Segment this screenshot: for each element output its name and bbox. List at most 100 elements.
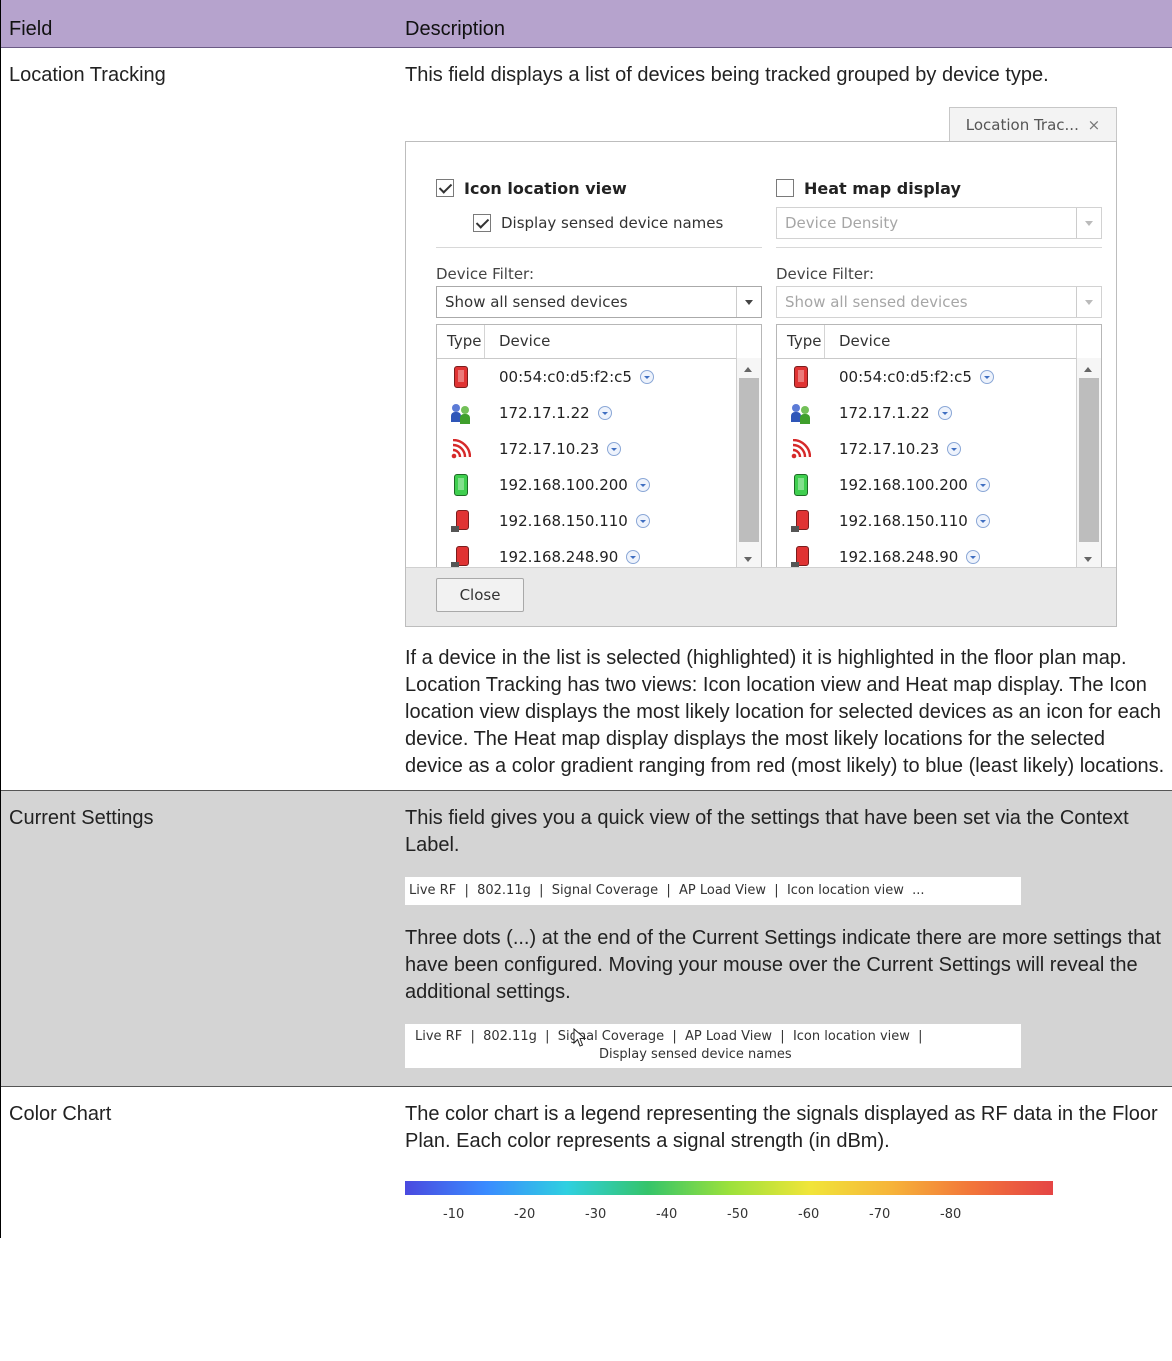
checkbox-heat-map-display[interactable] bbox=[776, 179, 794, 197]
scroll-down-icon[interactable] bbox=[1084, 557, 1092, 562]
expand-icon[interactable] bbox=[639, 370, 654, 384]
field-description: The color chart is a legend representing… bbox=[397, 1087, 1172, 1238]
dbm-tick: -20 bbox=[514, 1207, 536, 1222]
icon-location-view-option[interactable]: Icon location view bbox=[436, 177, 627, 199]
field-name: Current Settings bbox=[9, 807, 154, 829]
scrollbar-thumb[interactable] bbox=[739, 378, 759, 542]
left-device-filter-select[interactable]: Show all sensed devices bbox=[436, 286, 762, 318]
device-row[interactable]: 00:54:c0:d5:f2:c5 bbox=[777, 359, 1101, 395]
device-row[interactable]: 192.168.100.200 bbox=[437, 467, 761, 503]
close-button[interactable]: Close bbox=[436, 578, 524, 612]
checkbox-icon-location-view[interactable] bbox=[436, 179, 454, 197]
field-description: This field gives you a quick view of the… bbox=[397, 791, 1172, 1086]
wireless-client-icon bbox=[451, 510, 471, 532]
device-name: 192.168.100.200 bbox=[499, 475, 628, 494]
wireless-client-icon bbox=[451, 546, 471, 568]
device-row[interactable]: 192.168.150.110 bbox=[777, 503, 1101, 539]
wifi-signal-icon bbox=[791, 439, 811, 459]
dialog-tab[interactable]: Location Trac... × bbox=[949, 107, 1117, 141]
close-icon[interactable]: × bbox=[1088, 116, 1101, 134]
current-settings-strip[interactable]: Live RF | 802.11g | Signal Coverage | AP… bbox=[405, 877, 1021, 905]
expand-icon[interactable] bbox=[597, 406, 612, 420]
signal-gradient-bar bbox=[405, 1181, 1053, 1195]
divider-right bbox=[776, 247, 1102, 248]
left-device-filter-label: Device Filter: bbox=[436, 265, 535, 283]
intro-text: This field gives you a quick view of the… bbox=[405, 807, 1129, 856]
dbm-tick: -50 bbox=[727, 1207, 749, 1222]
device-name: 172.17.10.23 bbox=[839, 439, 940, 458]
expand-icon[interactable] bbox=[626, 550, 641, 564]
display-sensed-names-option[interactable]: Display sensed device names bbox=[473, 212, 723, 234]
heat-map-type-value: Device Density bbox=[785, 214, 899, 232]
settings-line-2: Display sensed device names bbox=[599, 1047, 792, 1062]
expand-icon[interactable] bbox=[966, 550, 981, 564]
wireless-client-icon bbox=[791, 510, 811, 532]
intro-text: This field displays a list of devices be… bbox=[405, 64, 1049, 86]
device-row[interactable]: 172.17.10.23 bbox=[437, 431, 761, 467]
device-name: 192.168.150.110 bbox=[499, 511, 628, 530]
chevron-down-icon bbox=[736, 287, 761, 317]
table-row-color-chart: Color Chart The color chart is a legend … bbox=[1, 1087, 1172, 1238]
field-name: Location Tracking bbox=[9, 64, 166, 86]
chevron-down-icon bbox=[1076, 208, 1101, 238]
scroll-up-icon[interactable] bbox=[744, 367, 752, 372]
expand-icon[interactable] bbox=[975, 478, 990, 492]
right-device-filter-value: Show all sensed devices bbox=[785, 293, 968, 311]
settings-line-1: Live RF | 802.11g | Signal Coverage | AP… bbox=[415, 1029, 923, 1044]
header-field: Field bbox=[9, 18, 53, 40]
dbm-tick: -70 bbox=[869, 1207, 891, 1222]
right-device-filter-select[interactable]: Show all sensed devices bbox=[776, 286, 1102, 318]
device-column-header[interactable]: Device bbox=[825, 325, 1077, 358]
selection-note: If a device in the list is selected (hig… bbox=[405, 647, 1127, 669]
dbm-tick: -60 bbox=[798, 1207, 820, 1222]
dbm-tick: -40 bbox=[656, 1207, 678, 1222]
device-row[interactable]: 172.17.1.22 bbox=[777, 395, 1101, 431]
heat-map-type-select[interactable]: Device Density bbox=[776, 207, 1102, 239]
device-row[interactable]: 00:54:c0:d5:f2:c5 bbox=[437, 359, 761, 395]
device-name: 00:54:c0:d5:f2:c5 bbox=[499, 367, 632, 386]
chevron-down-icon bbox=[1076, 287, 1101, 317]
green-phone-icon bbox=[794, 474, 808, 496]
device-name: 192.168.150.110 bbox=[839, 511, 968, 530]
device-name: 172.17.1.22 bbox=[839, 403, 930, 422]
expand-icon[interactable] bbox=[937, 406, 952, 420]
intro-text: The color chart is a legend representing… bbox=[405, 1103, 1158, 1152]
mouse-pointer-icon bbox=[573, 1028, 587, 1047]
dbm-tick: -10 bbox=[443, 1207, 465, 1222]
device-row[interactable]: 172.17.10.23 bbox=[777, 431, 1101, 467]
device-row[interactable]: 172.17.1.22 bbox=[437, 395, 761, 431]
heat-map-display-option[interactable]: Heat map display bbox=[776, 177, 961, 199]
device-name: 192.168.100.200 bbox=[839, 475, 968, 494]
expand-icon[interactable] bbox=[979, 370, 994, 384]
device-column-header[interactable]: Device bbox=[485, 325, 737, 358]
device-name: 172.17.1.22 bbox=[499, 403, 590, 422]
expand-icon[interactable] bbox=[607, 442, 622, 456]
scrollbar[interactable] bbox=[1076, 358, 1101, 571]
device-name: 00:54:c0:d5:f2:c5 bbox=[839, 367, 972, 386]
dialog-tab-title: Location Trac... bbox=[965, 116, 1079, 134]
users-icon bbox=[791, 402, 811, 424]
field-description: This field displays a list of devices be… bbox=[397, 48, 1172, 790]
type-column-header[interactable]: Type bbox=[437, 325, 485, 358]
field-name: Color Chart bbox=[9, 1103, 112, 1125]
scrollbar[interactable] bbox=[736, 358, 761, 571]
type-column-header[interactable]: Type bbox=[777, 325, 825, 358]
wireless-client-icon bbox=[791, 546, 811, 568]
expand-icon[interactable] bbox=[635, 478, 650, 492]
expand-icon[interactable] bbox=[947, 442, 962, 456]
display-sensed-names-label: Display sensed device names bbox=[501, 213, 724, 232]
scroll-down-icon[interactable] bbox=[744, 557, 752, 562]
red-phone-icon bbox=[794, 366, 808, 388]
table-row-location-tracking: Location Tracking This field displays a … bbox=[1, 48, 1172, 791]
scrollbar-thumb[interactable] bbox=[1079, 378, 1099, 542]
device-row[interactable]: 192.168.150.110 bbox=[437, 503, 761, 539]
device-row[interactable]: 192.168.100.200 bbox=[777, 467, 1101, 503]
scroll-up-icon[interactable] bbox=[1084, 367, 1092, 372]
expand-icon[interactable] bbox=[975, 514, 990, 528]
current-settings-expanded-strip[interactable]: Live RF | 802.11g | Signal Coverage | AP… bbox=[405, 1024, 1021, 1068]
grid-header: Type Device bbox=[777, 325, 1101, 359]
left-device-filter-value: Show all sensed devices bbox=[445, 293, 628, 311]
checkbox-display-sensed-names[interactable] bbox=[473, 214, 491, 232]
expand-icon[interactable] bbox=[635, 514, 650, 528]
signal-color-chart: -10 -20 -30 -40 -50 -60 -70 -80 bbox=[405, 1181, 1053, 1228]
